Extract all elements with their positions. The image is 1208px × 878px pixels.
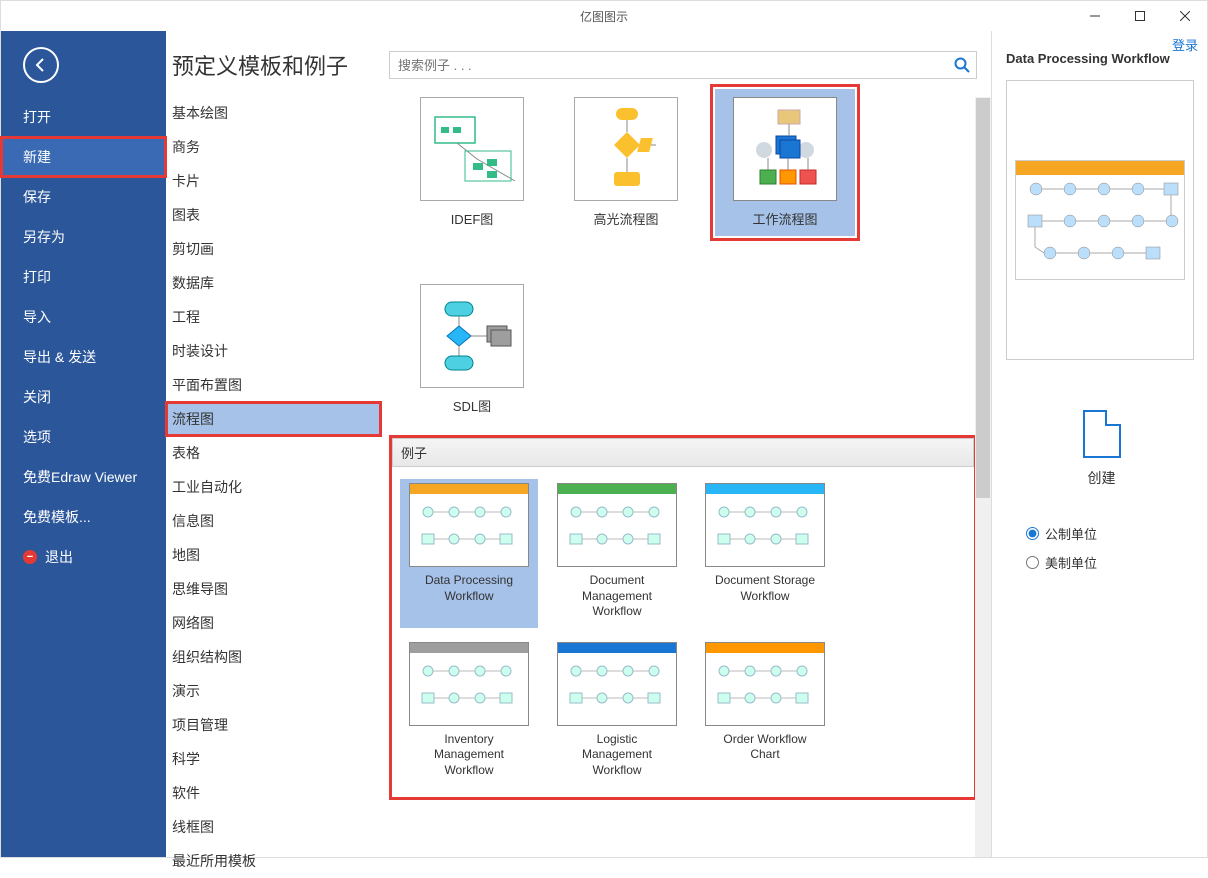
search-icon[interactable] — [948, 57, 976, 73]
category-item[interactable]: 演示 — [166, 674, 381, 708]
category-item[interactable]: 卡片 — [166, 164, 381, 198]
examples-section: 例子 Data ProcessingWorkflow DocumentManage… — [389, 435, 977, 800]
category-item[interactable]: 表格 — [166, 436, 381, 470]
scrollbar-thumb[interactable] — [976, 98, 990, 498]
center-panel: IDEF图 高光流程图 工作流程图 — [381, 31, 991, 857]
page-title: 预定义模板和例子 — [166, 49, 381, 96]
close-button[interactable] — [1162, 1, 1207, 31]
template-sdl[interactable]: SDL图 — [407, 284, 537, 415]
radio-imperial[interactable]: 美制单位 — [1026, 553, 1197, 572]
example-label: Order WorkflowChart — [696, 732, 834, 763]
sidebar-item-templates[interactable]: 免费模板... — [1, 497, 166, 537]
sidebar-item-viewer[interactable]: 免费Edraw Viewer — [1, 457, 166, 497]
category-item[interactable]: 组织结构图 — [166, 640, 381, 674]
category-item[interactable]: 时装设计 — [166, 334, 381, 368]
preview-panel: Data Processing Workflow — [991, 31, 1207, 857]
category-item[interactable]: 信息图 — [166, 504, 381, 538]
category-item[interactable]: 思维导图 — [166, 572, 381, 606]
sidebar: 打开 新建 保存 另存为 打印 导入 导出 & 发送 关闭 选项 免费Edraw… — [1, 31, 166, 857]
category-item[interactable]: 剪切画 — [166, 232, 381, 266]
category-item[interactable]: 工程 — [166, 300, 381, 334]
example-label: LogisticManagementWorkflow — [548, 732, 686, 779]
window-controls — [1072, 1, 1207, 31]
example-thumb — [409, 642, 529, 726]
example-thumb — [705, 483, 825, 567]
example-card[interactable]: InventoryManagementWorkflow — [400, 638, 538, 787]
sidebar-item-export[interactable]: 导出 & 发送 — [1, 337, 166, 377]
preview-title: Data Processing Workflow — [1006, 51, 1197, 66]
example-card[interactable]: Data ProcessingWorkflow — [400, 479, 538, 628]
category-item[interactable]: 工业自动化 — [166, 470, 381, 504]
sidebar-item-open[interactable]: 打开 — [1, 97, 166, 137]
sidebar-item-options[interactable]: 选项 — [1, 417, 166, 457]
sidebar-item-exit[interactable]: − 退出 — [1, 537, 166, 577]
category-item[interactable]: 图表 — [166, 198, 381, 232]
example-card[interactable]: Order WorkflowChart — [696, 638, 834, 787]
example-thumb — [557, 483, 677, 567]
category-item[interactable]: 软件 — [166, 776, 381, 810]
category-item[interactable]: 数据库 — [166, 266, 381, 300]
create-block[interactable]: 创建 — [1006, 410, 1197, 488]
example-thumb — [409, 483, 529, 567]
example-label: InventoryManagementWorkflow — [400, 732, 538, 779]
create-label: 创建 — [1006, 468, 1197, 488]
example-thumb — [705, 642, 825, 726]
category-item[interactable]: 网络图 — [166, 606, 381, 640]
category-item[interactable]: 项目管理 — [166, 708, 381, 742]
sidebar-item-import[interactable]: 导入 — [1, 297, 166, 337]
template-highlight-flowchart[interactable]: 高光流程图 — [561, 97, 691, 236]
sidebar-item-save[interactable]: 保存 — [1, 177, 166, 217]
template-idef[interactable]: IDEF图 — [407, 97, 537, 236]
scrollbar[interactable] — [975, 97, 991, 857]
example-label: Data ProcessingWorkflow — [400, 573, 538, 604]
minimize-button[interactable] — [1072, 1, 1117, 31]
template-workflow[interactable]: 工作流程图 — [715, 89, 855, 236]
category-item[interactable]: 流程图 — [166, 402, 381, 436]
template-grid: IDEF图 高光流程图 工作流程图 — [407, 97, 977, 415]
login-link[interactable]: 登录 — [1172, 35, 1198, 54]
category-item[interactable]: 平面布置图 — [166, 368, 381, 402]
category-item[interactable]: 商务 — [166, 130, 381, 164]
sidebar-item-save-as[interactable]: 另存为 — [1, 217, 166, 257]
example-label: DocumentManagementWorkflow — [548, 573, 686, 620]
unit-radio-group: 公制单位 美制单位 — [1026, 524, 1197, 572]
preview-box — [1006, 80, 1194, 360]
app-title: 亿图图示 — [580, 8, 628, 25]
example-card[interactable]: DocumentManagementWorkflow — [548, 479, 686, 628]
titlebar: 亿图图示 — [1, 1, 1207, 31]
sidebar-item-new[interactable]: 新建 — [1, 137, 166, 177]
category-item[interactable]: 科学 — [166, 742, 381, 776]
search-wrap — [389, 51, 977, 79]
category-item[interactable]: 地图 — [166, 538, 381, 572]
category-item[interactable]: 最近所用模板 — [166, 844, 381, 878]
category-item[interactable]: 基本绘图 — [166, 96, 381, 130]
examples-header: 例子 — [392, 438, 974, 467]
category-panel: 预定义模板和例子 基本绘图商务卡片图表剪切画数据库工程时装设计平面布置图流程图表… — [166, 31, 381, 857]
search-input[interactable] — [390, 58, 948, 73]
sidebar-item-print[interactable]: 打印 — [1, 257, 166, 297]
radio-metric[interactable]: 公制单位 — [1026, 524, 1197, 543]
exit-icon: − — [23, 550, 37, 564]
example-label: Document StorageWorkflow — [696, 573, 834, 604]
back-button[interactable] — [23, 47, 59, 83]
category-item[interactable]: 线框图 — [166, 810, 381, 844]
example-card[interactable]: Document StorageWorkflow — [696, 479, 834, 628]
example-thumb — [557, 642, 677, 726]
create-icon — [1083, 410, 1121, 458]
example-card[interactable]: LogisticManagementWorkflow — [548, 638, 686, 787]
maximize-button[interactable] — [1117, 1, 1162, 31]
sidebar-item-close[interactable]: 关闭 — [1, 377, 166, 417]
